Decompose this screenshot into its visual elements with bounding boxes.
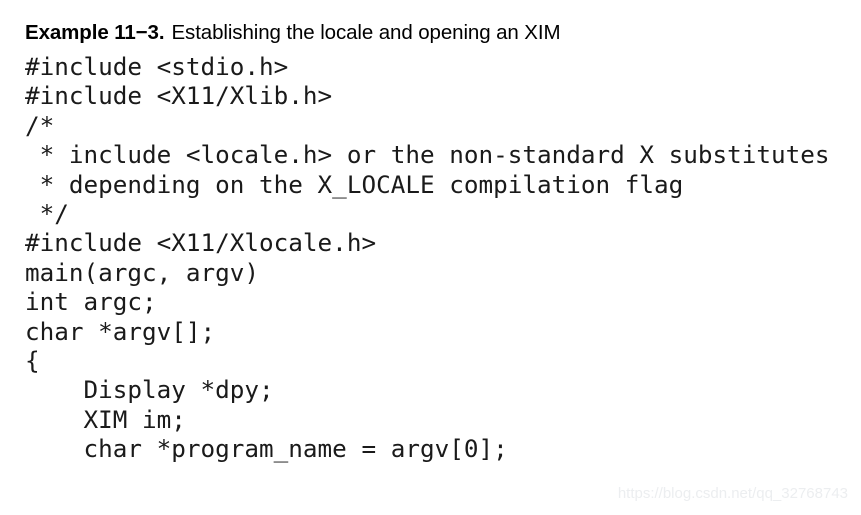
code-block: #include <stdio.h> #include <X11/Xlib.h> /… [25, 52, 830, 463]
code-line: Display *dpy; [25, 375, 274, 405]
code-line: { [25, 345, 40, 375]
code-line: #include <stdio.h> [25, 52, 289, 81]
code-line: * depending on the X_LOCALE compilation … [25, 169, 684, 199]
code-line: /* [25, 110, 55, 140]
code-line: #include <X11/Xlocale.h> [25, 228, 377, 258]
example-caption: Example 11−3. Establishing the locale and… [25, 20, 561, 46]
document-page: Example 11−3. Establishing the locale and… [0, 0, 861, 515]
code-line: main(argc, argv) [25, 257, 260, 287]
caption-label: Example 11−3. [25, 21, 165, 44]
code-listing: #include <stdio.h> #include <X11/Xlib.h> /… [25, 52, 830, 463]
code-line: #include <X11/Xlib.h> [25, 81, 333, 111]
code-line: char *program_name = argv[0]; [25, 434, 508, 464]
code-line: char *argv[]; [25, 316, 216, 346]
caption-description: Establishing the locale and opening an X… [171, 21, 561, 44]
code-line: */ [25, 198, 69, 228]
watermark-url: https://blog.csdn.net/qq_32768743 [617, 485, 848, 502]
code-line: * include <locale.h> or the non-standard… [25, 140, 830, 170]
code-line: int argc; [25, 287, 157, 317]
code-line: XIM im; [25, 404, 186, 434]
